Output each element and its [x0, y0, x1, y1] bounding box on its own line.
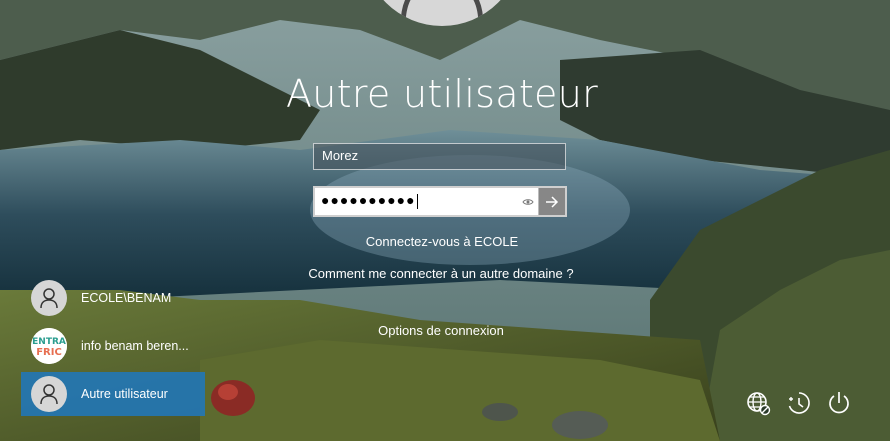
password-input[interactable]: ●●●●●●●●●● — [315, 188, 518, 215]
eye-icon — [522, 198, 534, 205]
power-icon — [829, 392, 849, 414]
person-icon — [400, 0, 484, 26]
current-user-avatar — [363, 0, 521, 26]
logo-text-line1: ENTRA — [32, 337, 66, 347]
user-name: ECOLE\BENAM — [81, 291, 172, 305]
text-caret — [416, 193, 418, 209]
sign-in-options-link[interactable]: Options de connexion — [311, 323, 571, 338]
logo-text-line2: FRIC — [36, 347, 62, 358]
sign-in-domain-text: Connectez-vous à ECOLE — [365, 234, 519, 249]
network-globe-icon — [747, 392, 771, 416]
page-title: Autre utilisateur — [285, 72, 599, 116]
user-item-info-benam[interactable]: ENTRA FRIC info benam beren... — [21, 324, 205, 368]
power-button[interactable] — [824, 388, 854, 418]
other-domain-link[interactable]: Comment me connecter à un autre domaine … — [291, 265, 591, 282]
user-avatar — [31, 280, 67, 316]
user-item-ecole-benam[interactable]: ECOLE\BENAM — [21, 276, 205, 320]
ease-of-access-button[interactable] — [784, 388, 814, 418]
password-mask: ●●●●●●●●●● — [321, 192, 416, 208]
password-box: ●●●●●●●●●● — [313, 186, 567, 217]
arrow-right-icon — [546, 195, 559, 208]
user-list: ECOLE\BENAM ENTRA FRIC info benam beren.… — [21, 276, 205, 420]
person-icon — [40, 288, 58, 309]
ease-of-access-icon — [788, 392, 810, 414]
user-name: Autre utilisateur — [81, 387, 168, 401]
user-name: info benam beren... — [81, 339, 189, 353]
reveal-password-button[interactable] — [518, 188, 538, 215]
user-item-autre-utilisateur[interactable]: Autre utilisateur — [21, 372, 205, 416]
entrafric-logo: ENTRA FRIC — [31, 328, 67, 364]
network-button[interactable] — [743, 388, 773, 418]
submit-button[interactable] — [538, 188, 565, 215]
username-input[interactable]: Morez — [313, 143, 566, 170]
user-avatar — [31, 376, 67, 412]
person-icon — [40, 384, 58, 405]
